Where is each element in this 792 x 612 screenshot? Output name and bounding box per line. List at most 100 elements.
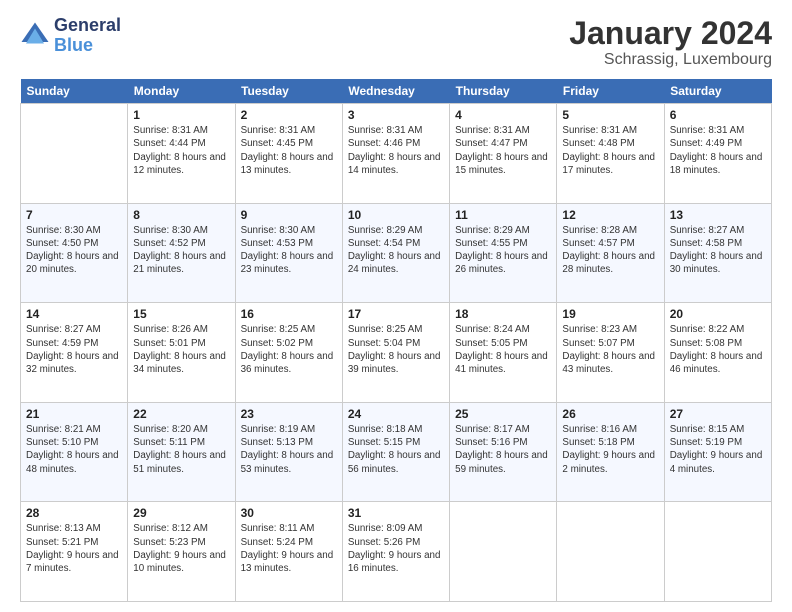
calendar-cell-w4-d1: 21 Sunrise: 8:21 AM Sunset: 5:10 PM Dayl… bbox=[21, 402, 128, 502]
sunrise: Sunrise: 8:13 AM bbox=[26, 523, 101, 534]
sunset: Sunset: 4:57 PM bbox=[562, 238, 634, 249]
header: General Blue January 2024 Schrassig, Lux… bbox=[20, 16, 772, 69]
day-detail: Sunrise: 8:31 AM Sunset: 4:47 PM Dayligh… bbox=[455, 124, 551, 177]
calendar-cell-w2-d2: 8 Sunrise: 8:30 AM Sunset: 4:52 PM Dayli… bbox=[128, 203, 235, 303]
sunrise: Sunrise: 8:31 AM bbox=[562, 125, 637, 136]
col-monday: Monday bbox=[128, 79, 235, 104]
calendar-week-3: 14 Sunrise: 8:27 AM Sunset: 4:59 PM Dayl… bbox=[21, 303, 772, 403]
sunrise: Sunrise: 8:15 AM bbox=[670, 424, 745, 435]
daylight: Daylight: 8 hours and 15 minutes. bbox=[455, 152, 548, 176]
calendar-week-5: 28 Sunrise: 8:13 AM Sunset: 5:21 PM Dayl… bbox=[21, 502, 772, 602]
sunset: Sunset: 5:08 PM bbox=[670, 338, 742, 349]
day-number: 8 bbox=[133, 208, 229, 222]
sunrise: Sunrise: 8:30 AM bbox=[241, 225, 316, 236]
day-detail: Sunrise: 8:28 AM Sunset: 4:57 PM Dayligh… bbox=[562, 224, 658, 277]
day-detail: Sunrise: 8:20 AM Sunset: 5:11 PM Dayligh… bbox=[133, 423, 229, 476]
day-detail: Sunrise: 8:31 AM Sunset: 4:44 PM Dayligh… bbox=[133, 124, 229, 177]
daylight: Daylight: 9 hours and 13 minutes. bbox=[241, 550, 334, 574]
sunset: Sunset: 5:13 PM bbox=[241, 437, 313, 448]
sunrise: Sunrise: 8:31 AM bbox=[133, 125, 208, 136]
sunset: Sunset: 4:58 PM bbox=[670, 238, 742, 249]
daylight: Daylight: 8 hours and 59 minutes. bbox=[455, 450, 548, 474]
sunrise: Sunrise: 8:30 AM bbox=[133, 225, 208, 236]
day-detail: Sunrise: 8:22 AM Sunset: 5:08 PM Dayligh… bbox=[670, 323, 766, 376]
day-number: 26 bbox=[562, 407, 658, 421]
sunrise: Sunrise: 8:21 AM bbox=[26, 424, 101, 435]
day-number: 2 bbox=[241, 108, 337, 122]
sunset: Sunset: 4:49 PM bbox=[670, 138, 742, 149]
sunset: Sunset: 4:53 PM bbox=[241, 238, 313, 249]
calendar-cell-w3-d5: 18 Sunrise: 8:24 AM Sunset: 5:05 PM Dayl… bbox=[450, 303, 557, 403]
sunrise: Sunrise: 8:27 AM bbox=[26, 324, 101, 335]
title-block: January 2024 Schrassig, Luxembourg bbox=[569, 16, 772, 69]
calendar-cell-w3-d6: 19 Sunrise: 8:23 AM Sunset: 5:07 PM Dayl… bbox=[557, 303, 664, 403]
sunset: Sunset: 5:10 PM bbox=[26, 437, 98, 448]
calendar-cell-w1-d4: 3 Sunrise: 8:31 AM Sunset: 4:46 PM Dayli… bbox=[342, 104, 449, 204]
sunrise: Sunrise: 8:17 AM bbox=[455, 424, 530, 435]
sunrise: Sunrise: 8:27 AM bbox=[670, 225, 745, 236]
day-number: 29 bbox=[133, 506, 229, 520]
daylight: Daylight: 8 hours and 28 minutes. bbox=[562, 251, 655, 275]
sunrise: Sunrise: 8:26 AM bbox=[133, 324, 208, 335]
day-detail: Sunrise: 8:27 AM Sunset: 4:58 PM Dayligh… bbox=[670, 224, 766, 277]
col-saturday: Saturday bbox=[664, 79, 771, 104]
sunset: Sunset: 4:46 PM bbox=[348, 138, 420, 149]
day-number: 4 bbox=[455, 108, 551, 122]
col-friday: Friday bbox=[557, 79, 664, 104]
day-number: 13 bbox=[670, 208, 766, 222]
sunrise: Sunrise: 8:22 AM bbox=[670, 324, 745, 335]
daylight: Daylight: 8 hours and 34 minutes. bbox=[133, 351, 226, 375]
sunrise: Sunrise: 8:18 AM bbox=[348, 424, 423, 435]
calendar-cell-w5-d5 bbox=[450, 502, 557, 602]
daylight: Daylight: 8 hours and 18 minutes. bbox=[670, 152, 763, 176]
day-number: 10 bbox=[348, 208, 444, 222]
daylight: Daylight: 8 hours and 14 minutes. bbox=[348, 152, 441, 176]
sunrise: Sunrise: 8:12 AM bbox=[133, 523, 208, 534]
sunset: Sunset: 5:23 PM bbox=[133, 537, 205, 548]
daylight: Daylight: 8 hours and 39 minutes. bbox=[348, 351, 441, 375]
day-number: 24 bbox=[348, 407, 444, 421]
daylight: Daylight: 9 hours and 10 minutes. bbox=[133, 550, 226, 574]
col-wednesday: Wednesday bbox=[342, 79, 449, 104]
day-number: 6 bbox=[670, 108, 766, 122]
sunrise: Sunrise: 8:25 AM bbox=[241, 324, 316, 335]
day-number: 22 bbox=[133, 407, 229, 421]
daylight: Daylight: 8 hours and 30 minutes. bbox=[670, 251, 763, 275]
sunset: Sunset: 5:18 PM bbox=[562, 437, 634, 448]
day-number: 12 bbox=[562, 208, 658, 222]
calendar-cell-w4-d6: 26 Sunrise: 8:16 AM Sunset: 5:18 PM Dayl… bbox=[557, 402, 664, 502]
sunrise: Sunrise: 8:29 AM bbox=[348, 225, 423, 236]
calendar-cell-w1-d7: 6 Sunrise: 8:31 AM Sunset: 4:49 PM Dayli… bbox=[664, 104, 771, 204]
day-number: 25 bbox=[455, 407, 551, 421]
day-detail: Sunrise: 8:31 AM Sunset: 4:49 PM Dayligh… bbox=[670, 124, 766, 177]
logo-line1: General bbox=[54, 16, 121, 36]
day-detail: Sunrise: 8:24 AM Sunset: 5:05 PM Dayligh… bbox=[455, 323, 551, 376]
daylight: Daylight: 8 hours and 36 minutes. bbox=[241, 351, 334, 375]
sunset: Sunset: 5:21 PM bbox=[26, 537, 98, 548]
calendar-cell-w2-d6: 12 Sunrise: 8:28 AM Sunset: 4:57 PM Dayl… bbox=[557, 203, 664, 303]
daylight: Daylight: 8 hours and 46 minutes. bbox=[670, 351, 763, 375]
sunset: Sunset: 4:54 PM bbox=[348, 238, 420, 249]
calendar-week-1: 1 Sunrise: 8:31 AM Sunset: 4:44 PM Dayli… bbox=[21, 104, 772, 204]
sunset: Sunset: 4:52 PM bbox=[133, 238, 205, 249]
day-detail: Sunrise: 8:30 AM Sunset: 4:52 PM Dayligh… bbox=[133, 224, 229, 277]
calendar-cell-w2-d5: 11 Sunrise: 8:29 AM Sunset: 4:55 PM Dayl… bbox=[450, 203, 557, 303]
sunrise: Sunrise: 8:31 AM bbox=[455, 125, 530, 136]
sunrise: Sunrise: 8:28 AM bbox=[562, 225, 637, 236]
calendar-cell-w2-d1: 7 Sunrise: 8:30 AM Sunset: 4:50 PM Dayli… bbox=[21, 203, 128, 303]
day-number: 20 bbox=[670, 307, 766, 321]
daylight: Daylight: 8 hours and 32 minutes. bbox=[26, 351, 119, 375]
sunrise: Sunrise: 8:23 AM bbox=[562, 324, 637, 335]
sunset: Sunset: 5:19 PM bbox=[670, 437, 742, 448]
daylight: Daylight: 9 hours and 2 minutes. bbox=[562, 450, 655, 474]
calendar-cell-w1-d6: 5 Sunrise: 8:31 AM Sunset: 4:48 PM Dayli… bbox=[557, 104, 664, 204]
day-detail: Sunrise: 8:16 AM Sunset: 5:18 PM Dayligh… bbox=[562, 423, 658, 476]
sunrise: Sunrise: 8:19 AM bbox=[241, 424, 316, 435]
calendar-cell-w2-d3: 9 Sunrise: 8:30 AM Sunset: 4:53 PM Dayli… bbox=[235, 203, 342, 303]
calendar-table: Sunday Monday Tuesday Wednesday Thursday… bbox=[20, 79, 772, 602]
day-number: 3 bbox=[348, 108, 444, 122]
day-detail: Sunrise: 8:31 AM Sunset: 4:46 PM Dayligh… bbox=[348, 124, 444, 177]
logo: General Blue bbox=[20, 16, 121, 56]
day-detail: Sunrise: 8:31 AM Sunset: 4:48 PM Dayligh… bbox=[562, 124, 658, 177]
day-number: 28 bbox=[26, 506, 122, 520]
